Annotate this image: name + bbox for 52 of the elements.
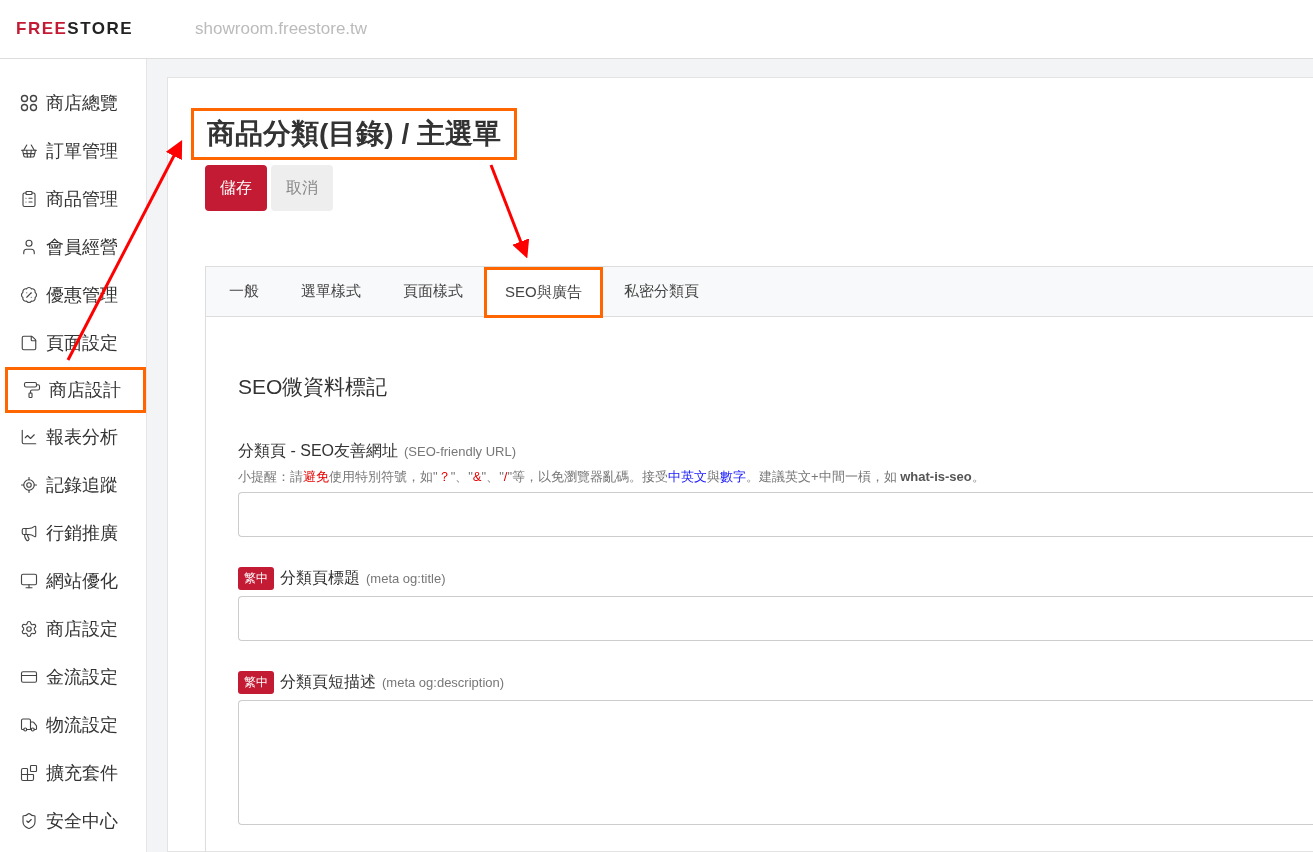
store-domain: showroom.freestore.tw xyxy=(195,19,368,39)
sidebar-item[interactable]: 商店設定 xyxy=(0,605,146,653)
sidebar-item[interactable]: 商品管理 xyxy=(0,175,146,223)
sidebar-item[interactable]: 記錄追蹤 xyxy=(0,461,146,509)
settings-icon xyxy=(20,620,38,638)
input-field[interactable] xyxy=(238,596,1313,641)
field-label: 分類頁標題 xyxy=(280,568,360,588)
page-title: 商品分類(目錄) / 主選單 xyxy=(191,108,517,160)
user-icon xyxy=(20,238,38,256)
sidebar-item[interactable]: 商店總覽 xyxy=(0,79,146,127)
hint-text: 小提醒：請避免使用特別符號，如"？"、"&"、"/"等，以免瀏覽器亂碼。接受中英文與數字。建議英文+中間一槓，如 what-is-seo。 xyxy=(238,468,986,486)
clipboard-icon xyxy=(20,190,38,208)
card-icon xyxy=(20,668,38,686)
sidebar-item[interactable]: 擴充套件 xyxy=(0,749,146,797)
textarea-field[interactable] xyxy=(238,700,1313,825)
sidebar-item[interactable]: 報表分析 xyxy=(0,413,146,461)
language-badge: 繁中 xyxy=(238,567,274,590)
sidebar-item[interactable]: 商店設計 xyxy=(5,367,146,413)
tab[interactable]: 頁面樣式 xyxy=(382,267,484,316)
blocks-icon xyxy=(20,764,38,782)
sidebar-item[interactable]: 行銷推廣 xyxy=(0,509,146,557)
sidebar-item[interactable]: 網站優化 xyxy=(0,557,146,605)
sidebar-item[interactable]: 會員經營 xyxy=(0,223,146,271)
save-button[interactable]: 儲存 xyxy=(205,165,267,211)
field-note: (SEO-friendly URL) xyxy=(404,444,516,459)
field-label: 分類頁 - SEO友善網址 xyxy=(238,441,398,461)
tab[interactable]: SEO與廣告 xyxy=(484,267,603,318)
field-note: (meta og:title) xyxy=(366,571,446,586)
basket-icon xyxy=(20,142,38,160)
tab[interactable]: 一般 xyxy=(208,267,280,316)
shield-icon xyxy=(20,812,38,830)
percent-badge-icon xyxy=(20,286,38,304)
tab[interactable]: 選單樣式 xyxy=(280,267,382,316)
sidebar-item[interactable]: 金流設定 xyxy=(0,653,146,701)
sidebar-item[interactable]: 安全中心 xyxy=(0,797,146,845)
tab[interactable]: 私密分類頁 xyxy=(602,267,720,316)
field-note: (meta og:description) xyxy=(382,675,505,690)
megaphone-icon xyxy=(20,524,38,542)
monitor-icon xyxy=(20,572,38,590)
chart-icon xyxy=(20,428,38,446)
freestore-logo: FREESTORE xyxy=(16,19,134,39)
sidebar-item[interactable]: 物流設定 xyxy=(0,701,146,749)
input-field[interactable] xyxy=(238,492,1313,537)
truck-icon xyxy=(20,716,38,734)
paint-roller-icon xyxy=(23,381,41,399)
language-badge: 繁中 xyxy=(238,671,274,694)
section-title: SEO微資料標記 xyxy=(238,374,389,400)
grid-circles-icon xyxy=(20,94,38,112)
sidebar-item[interactable]: 訂單管理 xyxy=(0,127,146,175)
page-icon xyxy=(20,334,38,352)
target-icon xyxy=(20,476,38,494)
field-label: 分類頁短描述 xyxy=(280,672,376,692)
